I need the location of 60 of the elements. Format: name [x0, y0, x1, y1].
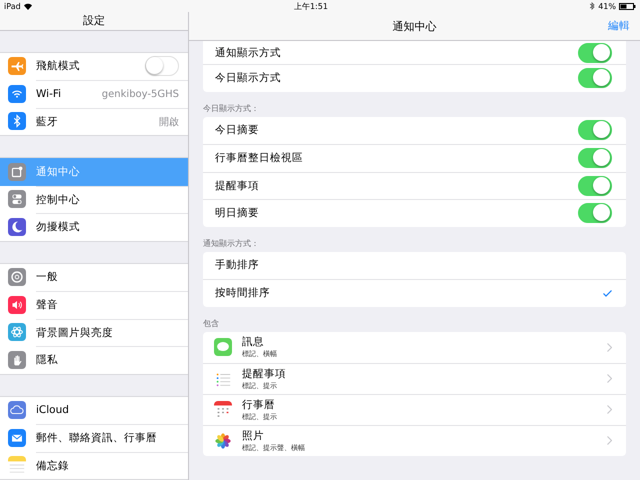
chevron-icon: [607, 436, 612, 445]
airplane-icon: [8, 57, 26, 76]
wifi-icon: [8, 84, 26, 103]
sidebar-item[interactable]: 藍牙 開啟: [0, 108, 188, 135]
setting-label: 行事曆整日檢視區: [215, 151, 303, 166]
sidebar-item[interactable]: 背景圖片與亮度: [0, 318, 188, 346]
setting-label: 今日摘要: [215, 123, 259, 138]
speaker-icon: [8, 296, 26, 314]
toggle-switch[interactable]: [578, 42, 612, 62]
toggle-switch[interactable]: [145, 56, 179, 76]
speech-bubble-icon: [214, 338, 232, 356]
sidebar-item[interactable]: 備忘錄: [0, 452, 188, 479]
sidebar-title: 設定: [83, 13, 105, 28]
sidebar-item[interactable]: 勿擾模式: [0, 213, 188, 240]
switches-icon: [8, 190, 26, 208]
setting-value: 開啟: [159, 116, 179, 129]
calendar-icon: [214, 400, 232, 418]
bluetooth-icon: [8, 112, 26, 130]
toggle-switch[interactable]: [578, 120, 612, 140]
page-title: 通知中心: [392, 18, 436, 34]
toggle-switch[interactable]: [578, 203, 612, 224]
gear-icon: [8, 268, 26, 286]
battery-icon: [618, 2, 636, 10]
setting-label: 明日摘要: [215, 206, 259, 220]
option-row[interactable]: 按時間排序: [203, 279, 626, 306]
moon-icon: [8, 218, 26, 236]
setting-label: 今日顯示方式: [215, 71, 281, 86]
clock: 上午1:51: [294, 0, 328, 12]
battery-percent: 41%: [598, 2, 616, 10]
toggle-switch[interactable]: [578, 148, 612, 168]
sidebar-item[interactable]: 一般: [0, 264, 188, 291]
setting-value: genkiboy-5GHS: [102, 88, 179, 100]
sidebar-item[interactable]: 隱私: [0, 346, 188, 374]
toggle-switch[interactable]: [578, 68, 612, 88]
bluetooth-icon: [590, 2, 596, 10]
hand-icon: [8, 350, 26, 369]
edit-button[interactable]: 編輯: [608, 19, 630, 33]
notepad-icon: [8, 456, 26, 474]
sidebar-item[interactable]: 飛航模式: [0, 52, 188, 80]
sidebar-item[interactable]: Wi-Fi genkiboy-5GHS: [0, 80, 188, 108]
section-header: 通知顯示方式：: [203, 238, 259, 248]
setting-label: 提醒事項: [215, 178, 259, 193]
device-name: iPad: [4, 2, 21, 10]
sidebar-item[interactable]: 聲音: [0, 291, 188, 318]
cloud-icon: [8, 401, 26, 420]
section-header: 包含: [203, 318, 219, 328]
envelope-icon: [8, 428, 26, 447]
notification-icon: [8, 162, 26, 181]
wifi-icon: [24, 2, 32, 10]
chevron-icon: [607, 342, 612, 352]
sidebar-item[interactable]: iCloud: [0, 396, 188, 424]
toggle-switch[interactable]: [578, 176, 612, 196]
chevron-icon: [607, 405, 612, 414]
sidebar-item[interactable]: 控制中心: [0, 186, 188, 213]
option-row[interactable]: 手動排序: [203, 252, 626, 279]
chevron-icon: [607, 374, 612, 383]
section-header: 今日顯示方式：: [203, 104, 259, 112]
setting-label: 通知顯示方式: [215, 46, 281, 60]
checkmark-icon: [603, 290, 612, 297]
sidebar-item[interactable]: 郵件、聯絡資訊、行事曆: [0, 424, 188, 452]
